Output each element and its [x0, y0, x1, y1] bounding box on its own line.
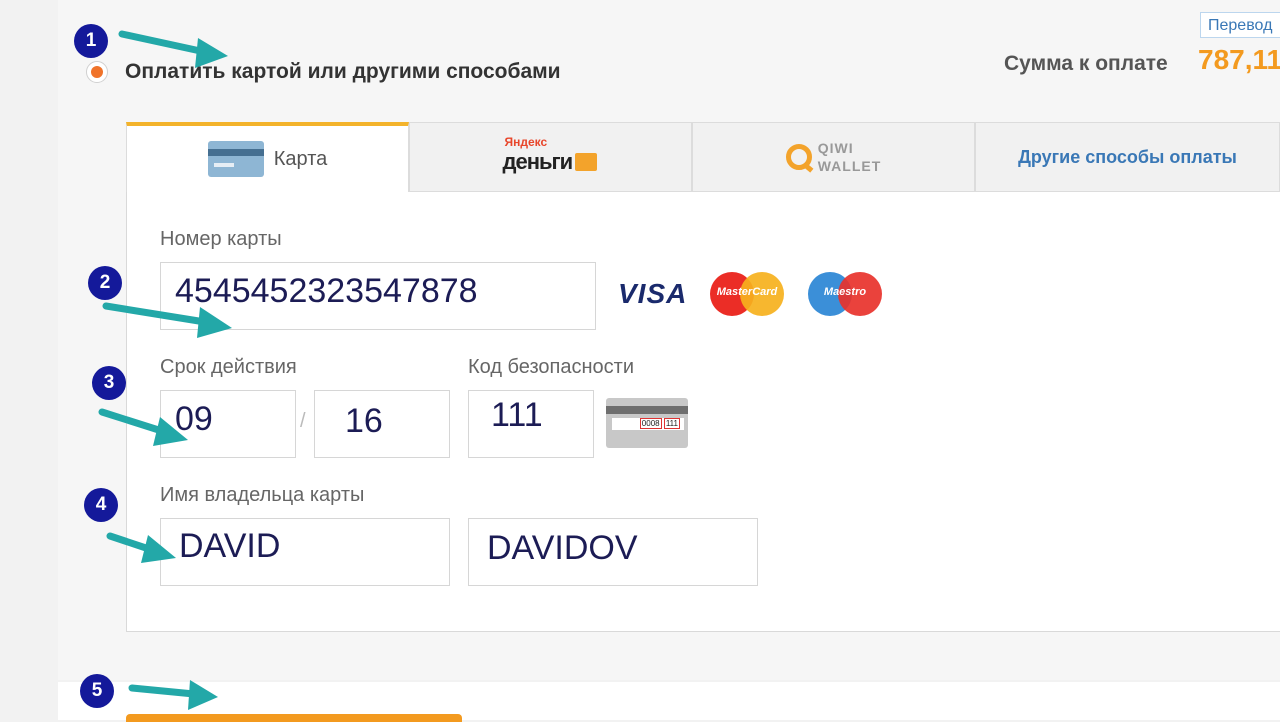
step-1-arrowhead: [195, 38, 228, 68]
step-5-arrowhead: [188, 680, 218, 710]
step-badge-1: 1: [74, 24, 108, 58]
step-3-arrow: [98, 408, 169, 436]
step-5-arrow: [128, 684, 198, 698]
annotation-arrows: [98, 30, 232, 710]
step-4-arrowhead: [141, 535, 176, 563]
step-badge-2: 2: [88, 266, 122, 300]
step-badge-4: 4: [84, 488, 118, 522]
step-2-arrowhead: [197, 307, 232, 338]
step-1-arrow: [118, 30, 209, 56]
step-2-arrow: [102, 302, 209, 326]
step-badge-5: 5: [80, 674, 114, 708]
step-badge-3: 3: [92, 366, 126, 400]
step-3-arrowhead: [153, 417, 188, 446]
